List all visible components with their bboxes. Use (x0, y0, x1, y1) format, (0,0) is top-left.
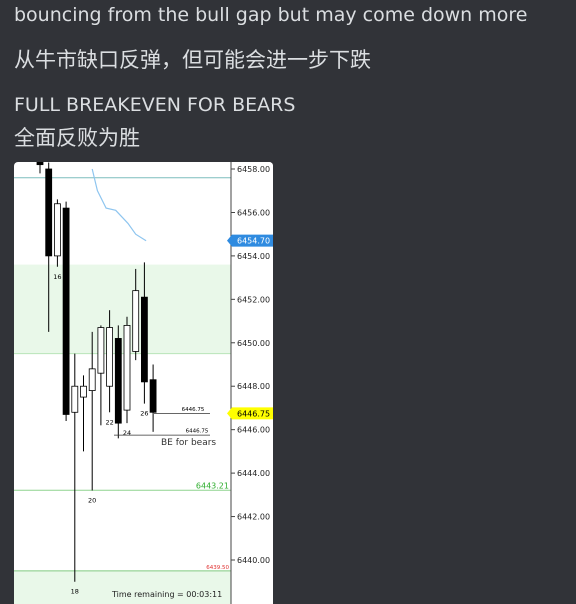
y-tick-label: 6454.00 (237, 252, 270, 261)
candle-label: 26 (140, 410, 148, 418)
y-tick-label: 6446.00 (237, 426, 270, 435)
candle-body-6 (80, 385, 87, 398)
y-tick-label: 6450.00 (237, 339, 270, 348)
small-level-label-0: 6446.75 (182, 407, 205, 413)
message-line-1: bouncing from the bull gap but may come … (14, 4, 528, 26)
candle-body-12 (132, 290, 140, 352)
candle-body-7 (88, 368, 96, 391)
y-tick-label: 6442.00 (237, 513, 270, 522)
candle-body-2 (45, 168, 53, 257)
price-tag-label-1: 6446.75 (237, 409, 270, 418)
message-line-4: 全面反败为胜 (14, 126, 140, 150)
candle-body-5 (71, 385, 79, 413)
message-line-3: FULL BREAKEVEN FOR BEARS (14, 94, 296, 116)
candle-body-4 (62, 207, 70, 415)
candle-body-3 (54, 203, 61, 257)
y-tick-label: 6440.00 (237, 556, 270, 565)
ma-line (91, 168, 147, 242)
y-tick-label: 6444.00 (237, 469, 270, 478)
price-tag-label-0: 6454.70 (237, 237, 270, 246)
candle-body-1 (36, 162, 44, 166)
time-remaining-label: Time remaining = 00:03:11 (111, 590, 222, 599)
candle-body-11 (123, 324, 131, 411)
candle-label: 16 (53, 273, 61, 281)
candle-body-10 (114, 338, 122, 424)
y-tick-label: 6448.00 (237, 382, 270, 391)
candle-label: 22 (105, 418, 113, 426)
candle-body-9 (106, 327, 113, 387)
zone-band-0 (14, 264, 231, 354)
candle-label: 20 (88, 496, 96, 504)
y-tick-label: 6452.00 (237, 295, 270, 304)
chart-image-attachment[interactable]: 16 18 20 22 24 26 6446.75 6446.75 BE for bears 64… (14, 162, 273, 604)
y-tick-label: 6456.00 (237, 208, 270, 217)
level-label-0: 6443.21 (196, 481, 229, 490)
candlestick-chart: 16 18 20 22 24 26 6446.75 6446.75 BE for bears 64… (14, 162, 273, 604)
annotation-be-for-bears: BE for bears (161, 438, 216, 448)
small-level-label-1: 6446.75 (186, 429, 209, 435)
message-line-2: 从牛市缺口反弹，但可能会进一步下跌 (14, 48, 371, 72)
candle-body-14 (149, 379, 157, 413)
candle-body-13 (141, 296, 148, 383)
zone-band-bottom (14, 570, 231, 604)
level-label-1: 6439.50 (206, 565, 229, 571)
candle-label: 18 (71, 588, 79, 596)
candle-body-8 (97, 327, 105, 374)
candle-label: 24 (123, 429, 131, 437)
y-tick-label: 6458.00 (237, 165, 270, 174)
